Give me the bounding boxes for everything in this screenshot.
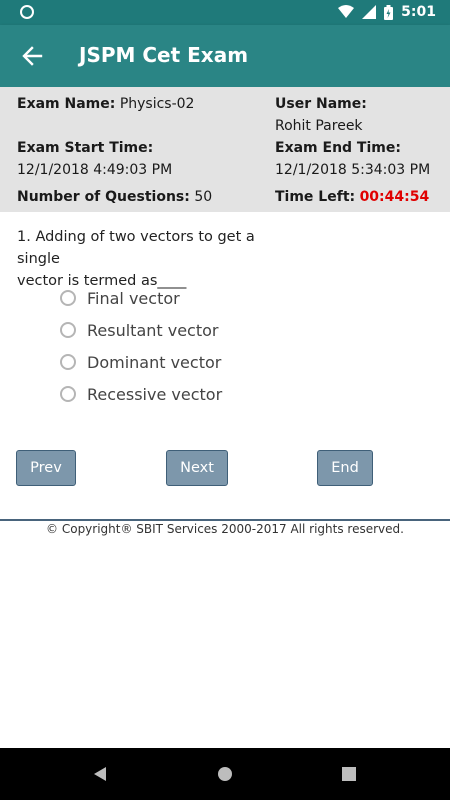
status-icons: 5:01: [338, 4, 436, 20]
user-name-value: Rohit Pareek: [275, 118, 363, 134]
app-bar: JSPM Cet Exam: [0, 25, 450, 87]
option-final-vector[interactable]: Final vector: [60, 282, 222, 314]
notification-icon: [20, 5, 34, 19]
radio-button[interactable]: [60, 354, 76, 370]
page-title: JSPM Cet Exam: [79, 43, 249, 67]
option-label: Resultant vector: [87, 320, 219, 340]
end-time-label: Exam End Time:: [275, 140, 401, 156]
nav-recents-button[interactable]: [337, 762, 361, 786]
user-name: User Name: Rohit Pareek: [275, 93, 367, 137]
exam-info-panel: Exam Name: Physics-02 User Name: Rohit P…: [0, 87, 450, 212]
copyright-text: © Copyright® SBIT Services 2000-2017 All…: [46, 522, 404, 536]
back-button[interactable]: [18, 42, 46, 70]
radio-button[interactable]: [60, 386, 76, 402]
next-button[interactable]: Next: [166, 450, 228, 486]
time-left-value: 00:44:54: [359, 189, 430, 205]
system-nav-bar: [0, 748, 450, 800]
option-label: Final vector: [87, 288, 180, 308]
exam-name-value: Physics-02: [119, 96, 195, 112]
time-left-label: Time Left:: [275, 189, 356, 205]
radio-button[interactable]: [60, 290, 76, 306]
exam-end-time: Exam End Time: 12/1/2018 5:34:03 PM: [275, 137, 430, 181]
circle-home-icon: [218, 767, 232, 781]
option-recessive-vector[interactable]: Recessive vector: [60, 378, 222, 410]
exam-start-time: Exam Start Time: 12/1/2018 4:49:03 PM: [17, 137, 172, 181]
time-left: Time Left: 00:44:54: [275, 186, 429, 208]
option-resultant-vector[interactable]: Resultant vector: [60, 314, 222, 346]
option-label: Dominant vector: [87, 352, 222, 372]
arrow-left-icon: [22, 46, 43, 66]
option-dominant-vector[interactable]: Dominant vector: [60, 346, 222, 378]
exam-name-label: Exam Name:: [17, 96, 116, 112]
status-bar: 5:01: [0, 0, 450, 25]
number-of-questions: Number of Questions: 50: [17, 186, 212, 208]
num-questions-value: 50: [194, 189, 213, 205]
square-recents-icon: [342, 767, 356, 781]
start-time-label: Exam Start Time:: [17, 140, 154, 156]
nav-back-button[interactable]: [88, 762, 112, 786]
radio-button[interactable]: [60, 322, 76, 338]
triangle-back-icon: [94, 767, 106, 781]
signal-icon: [362, 5, 377, 19]
end-button[interactable]: End: [317, 450, 373, 486]
option-label: Recessive vector: [87, 384, 223, 404]
wifi-icon: [338, 5, 355, 18]
num-questions-label: Number of Questions:: [17, 189, 190, 205]
prev-button[interactable]: Prev: [16, 450, 76, 486]
battery-icon: [384, 4, 394, 20]
user-name-label: User Name:: [275, 96, 367, 112]
end-time-value: 12/1/2018 5:34:03 PM: [275, 162, 431, 178]
nav-home-button[interactable]: [213, 762, 237, 786]
clock: 5:01: [401, 4, 436, 20]
question-line-1: 1. Adding of two vectors to get a single: [17, 229, 255, 267]
exam-name: Exam Name: Physics-02: [17, 93, 194, 115]
answer-options: Final vector Resultant vector Dominant v…: [60, 282, 222, 410]
start-time-value: 12/1/2018 4:49:03 PM: [17, 162, 173, 178]
footer-divider: [0, 519, 450, 521]
